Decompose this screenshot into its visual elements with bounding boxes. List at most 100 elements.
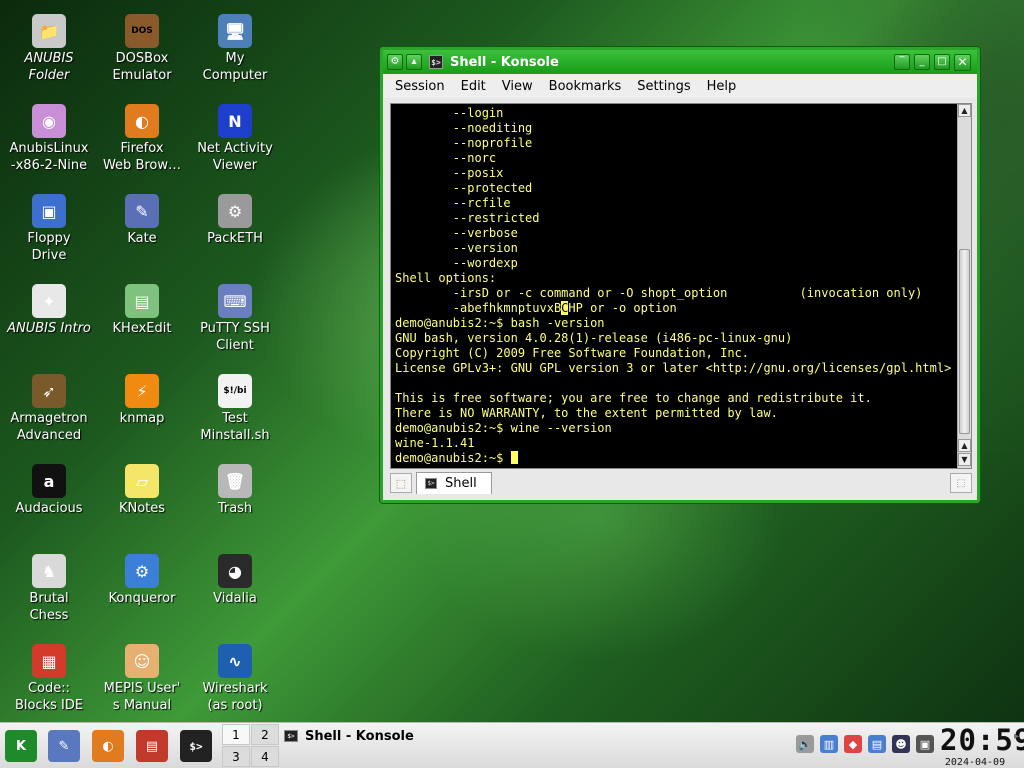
desktop-icon-label: KNotes bbox=[118, 501, 166, 516]
scroll-up-arrow-lower[interactable]: ▲ bbox=[958, 439, 971, 452]
desktop-icon-label: Firefox Web Brow… bbox=[102, 141, 182, 173]
window-menu-button[interactable]: ⚙ bbox=[387, 54, 403, 70]
audacious-icon: a bbox=[32, 464, 66, 498]
menu-help[interactable]: Help bbox=[699, 79, 745, 94]
new-tab-button[interactable]: ⬚ bbox=[390, 473, 412, 493]
menu-view[interactable]: View bbox=[494, 79, 541, 94]
desktop-icon[interactable]: ◉ AnubisLinux -x86-2-Nine bbox=[3, 104, 95, 174]
terminal-output[interactable]: --login --noediting --noprofile --norc -… bbox=[391, 104, 957, 468]
desktop-icon[interactable]: DOS DOSBox Emulator bbox=[96, 14, 188, 84]
terminal-line-text: There is NO WARRANTY, to the extent perm… bbox=[395, 406, 778, 420]
desktop-icon[interactable]: ✎ Kate bbox=[96, 194, 188, 247]
panel-hide-icon[interactable]: ▸ bbox=[1014, 731, 1019, 742]
desktop-icon[interactable]: $!/bi Test Minstall.sh bbox=[189, 374, 281, 444]
desktop-icon[interactable]: 📁 ANUBIS Folder bbox=[3, 14, 95, 84]
desktop-icon[interactable]: ◕ Vidalia bbox=[189, 554, 281, 607]
desktop-icon[interactable]: ➶ Armagetron Advanced bbox=[3, 374, 95, 444]
maximize-button[interactable]: □ bbox=[934, 53, 950, 70]
system-tray: 🔈 ▥ ◆ ▤ ☻ ▣ bbox=[796, 735, 940, 753]
desktop-icon[interactable]: ✦ ANUBIS Intro bbox=[3, 284, 95, 337]
scroll-up-arrow[interactable]: ▲ bbox=[958, 104, 971, 117]
putty-icon: ⌨ bbox=[218, 284, 252, 318]
desktop-icon[interactable]: 🖥 My Computer bbox=[189, 14, 281, 84]
close-tab-button[interactable]: ⬚ bbox=[950, 473, 972, 493]
menu-bookmarks[interactable]: Bookmarks bbox=[541, 79, 630, 94]
clipboard-icon[interactable]: ▥ bbox=[820, 735, 838, 753]
desktop-icon-label: Audacious bbox=[15, 501, 83, 516]
speaker-icon[interactable]: 🔈 bbox=[796, 735, 814, 753]
desktop-icon-label: ANUBIS Folder bbox=[24, 51, 74, 83]
terminal-icon[interactable]: $> bbox=[180, 730, 212, 762]
konsole-window[interactable]: ⚙ ▴ $> Shell - Konsole ‾ _ □ ✕ Session Ed… bbox=[380, 47, 980, 503]
hexedit-icon[interactable]: ▤ bbox=[136, 730, 168, 762]
terminal-scrollbar[interactable]: ▲ ▲ ▼ bbox=[957, 104, 971, 468]
konsole-icon: $> bbox=[429, 55, 443, 69]
clock-date: 2024-04-09 bbox=[944, 757, 1006, 768]
konqueror-icon: ⚙ bbox=[125, 554, 159, 588]
kde-menu-icon[interactable]: K bbox=[5, 730, 37, 762]
firefox-icon[interactable]: ◐ bbox=[92, 730, 124, 762]
desktop-icon[interactable]: ⚙ Konqueror bbox=[96, 554, 188, 607]
desktop-icon[interactable]: ▣ Floppy Drive bbox=[3, 194, 95, 264]
keep-above-button[interactable]: ▴ bbox=[406, 54, 422, 70]
scrollbar-thumb[interactable] bbox=[959, 249, 970, 434]
terminal-area[interactable]: --login --noediting --noprofile --norc -… bbox=[390, 103, 972, 469]
tab-shell[interactable]: $> Shell bbox=[416, 472, 492, 494]
desktop-icon[interactable]: ◐ Firefox Web Brow… bbox=[96, 104, 188, 174]
terminal-line: Shell options: bbox=[395, 271, 957, 286]
desktop-icon[interactable]: ⌨ PuTTY SSH Client bbox=[189, 284, 281, 354]
desktop-icon[interactable]: ☺ MEPIS User' s Manual bbox=[96, 644, 188, 714]
terminal-line: demo@anubis2:~$ wine --version bbox=[395, 421, 957, 436]
update-icon[interactable]: ◆ bbox=[844, 735, 862, 753]
terminal-line: wine-1.1.41 bbox=[395, 436, 957, 451]
desktop-icon[interactable]: ▦ Code:: Blocks IDE bbox=[3, 644, 95, 714]
desktop-icon[interactable]: ⚡ knmap bbox=[96, 374, 188, 427]
close-button[interactable]: ✕ bbox=[954, 53, 971, 71]
desktop-icon[interactable]: N Net Activity Viewer bbox=[189, 104, 281, 174]
desktop-icon[interactable]: ♞ Brutal Chess bbox=[3, 554, 95, 624]
desktop-icon[interactable]: a Audacious bbox=[3, 464, 95, 517]
task-label: Shell - Konsole bbox=[305, 728, 414, 744]
user-icon[interactable]: ☻ bbox=[892, 735, 910, 753]
clock[interactable]: 20:59 2024-04-09 bbox=[940, 723, 1024, 768]
pager-desktop-3[interactable]: 3 bbox=[222, 746, 250, 767]
desktop-icon-label: PuTTY SSH Client bbox=[200, 321, 270, 353]
terminal-line-text: demo@anubis2:~$ bash -version bbox=[395, 316, 605, 330]
scroll-down-arrow[interactable]: ▼ bbox=[958, 453, 971, 466]
desktop-icon[interactable]: 🗑 Trash bbox=[189, 464, 281, 517]
terminal-line: --version bbox=[395, 241, 957, 256]
taskbar-task-konsole[interactable]: $> Shell - Konsole bbox=[284, 726, 414, 746]
terminal-line-text: --verbose bbox=[395, 226, 518, 240]
desktop-icon-label: AnubisLinux -x86-2-Nine bbox=[9, 141, 89, 173]
session-tab-bar: ⬚ $> Shell ⬚ bbox=[390, 471, 972, 495]
kate-icon[interactable]: ✎ bbox=[48, 730, 80, 762]
menu-edit[interactable]: Edit bbox=[453, 79, 494, 94]
menu-session[interactable]: Session bbox=[387, 79, 453, 94]
trash-icon: 🗑 bbox=[218, 464, 252, 498]
pager-desktop-4[interactable]: 4 bbox=[251, 746, 279, 767]
monitor-icon[interactable]: ▣ bbox=[916, 735, 934, 753]
desktop-icon-label: MEPIS User' s Manual bbox=[103, 681, 181, 713]
desktop-icon[interactable]: ∿ Wireshark (as root) bbox=[189, 644, 281, 714]
pager-desktop-2[interactable]: 2 bbox=[251, 724, 279, 745]
pager-desktop-1[interactable]: 1 bbox=[222, 724, 250, 745]
taskbar: K ✎ ◐ ▤ $> 1 2 3 4 $> Shell - Konsole 🔈 ▥ ◆ ▤ ☻ ▣… bbox=[0, 722, 1024, 768]
hexedit-icon: ▤ bbox=[125, 284, 159, 318]
terminal-line-text: demo@anubis2:~$ wine --version bbox=[395, 421, 612, 435]
folder-icon: 📁 bbox=[32, 14, 66, 48]
network-icon[interactable]: ▤ bbox=[868, 735, 886, 753]
shade-button[interactable]: ‾ bbox=[894, 53, 910, 70]
terminal-line-text: demo@anubis2:~$ bbox=[395, 451, 511, 465]
terminal-line-text: This is free software; you are free to c… bbox=[395, 391, 872, 405]
minimize-button[interactable]: _ bbox=[914, 53, 930, 70]
desktop-icon[interactable]: ⚙ PackETH bbox=[189, 194, 281, 247]
terminal-line: There is NO WARRANTY, to the extent perm… bbox=[395, 406, 957, 421]
desktop-icon-label: Armagetron Advanced bbox=[10, 411, 88, 443]
window-titlebar[interactable]: ⚙ ▴ $> Shell - Konsole ‾ _ □ ✕ bbox=[383, 50, 977, 74]
desktop-icon-label: Wireshark (as root) bbox=[202, 681, 268, 713]
desktop-icon[interactable]: ▤ KHexEdit bbox=[96, 284, 188, 337]
desktop-icon[interactable]: ▱ KNotes bbox=[96, 464, 188, 517]
menu-settings[interactable]: Settings bbox=[629, 79, 698, 94]
desktop-icon-label: Floppy Drive bbox=[27, 231, 71, 263]
